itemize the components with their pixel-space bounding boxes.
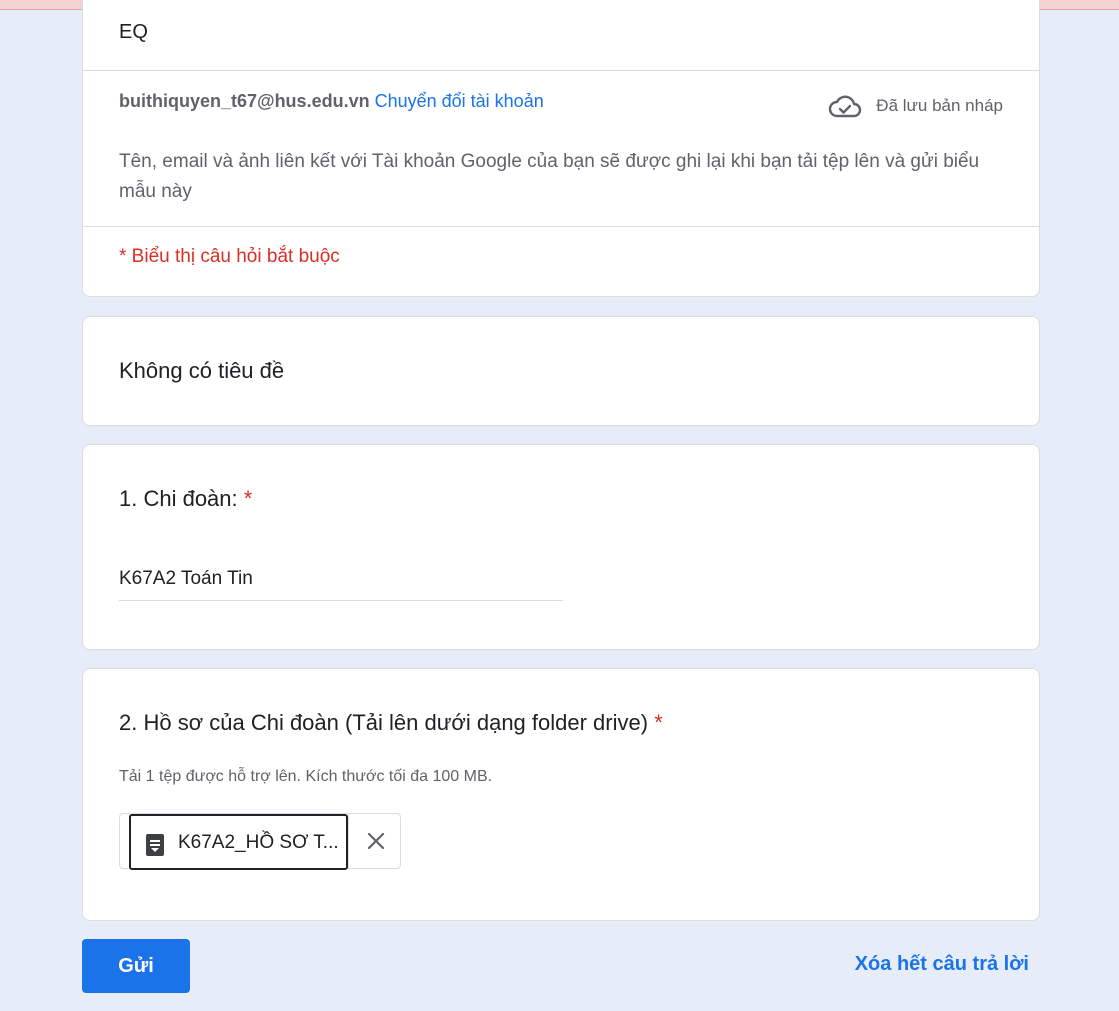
- question-title-text: 1. Chi đoàn:: [119, 486, 238, 511]
- cloud-done-icon: [829, 95, 862, 118]
- document-icon: [146, 834, 164, 856]
- uploaded-file-chip: K67A2_HỒ SƠ T...: [119, 813, 401, 870]
- question-card-1: 1. Chi đoàn: * K67A2 Toán Tin: [82, 444, 1040, 650]
- submit-button[interactable]: Gửi: [82, 939, 190, 993]
- close-icon[interactable]: [364, 829, 388, 853]
- required-star: *: [243, 486, 253, 511]
- required-star: *: [654, 710, 663, 735]
- short-answer-input[interactable]: K67A2 Toán Tin: [119, 568, 253, 590]
- divider: [83, 226, 1039, 227]
- divider: [83, 70, 1039, 71]
- account-row: buithiquyen_t67@hus.edu.vn Chuyển đổi tà…: [119, 91, 544, 112]
- draft-saved-label: Đã lưu bản nháp: [876, 96, 1003, 115]
- account-email: buithiquyen_t67@hus.edu.vn: [119, 91, 370, 111]
- switch-account-link[interactable]: Chuyển đổi tài khoản: [375, 91, 544, 111]
- draft-saved-status: Đã lưu bản nháp: [828, 93, 1003, 119]
- form-title: EQ: [119, 21, 148, 43]
- answer-underline: [119, 600, 563, 601]
- divider: [348, 814, 349, 868]
- question-title: 2. Hồ sơ của Chi đoàn (Tải lên dưới dạng…: [119, 710, 663, 736]
- file-name: K67A2_HỒ SƠ T...: [178, 832, 339, 853]
- privacy-notice: Tên, email và ảnh liên kết với Tài khoản…: [119, 151, 980, 202]
- question-title: 1. Chi đoàn: *: [119, 486, 252, 512]
- uploaded-file-link[interactable]: K67A2_HỒ SƠ T...: [129, 814, 348, 870]
- question-card-2: 2. Hồ sơ của Chi đoàn (Tải lên dưới dạng…: [82, 668, 1040, 921]
- required-note: * Biểu thị câu hỏi bắt buộc: [119, 246, 340, 267]
- section-title: Không có tiêu đề: [119, 358, 285, 383]
- form-header-card: EQ buithiquyen_t67@hus.edu.vn Chuyển đổi…: [82, 0, 1040, 297]
- section-card: Không có tiêu đề: [82, 316, 1040, 426]
- clear-form-button[interactable]: Xóa hết câu trả lời: [855, 953, 1029, 976]
- upload-hint: Tải 1 tệp được hỗ trợ lên. Kích thước tố…: [119, 768, 493, 785]
- question-title-text: 2. Hồ sơ của Chi đoàn (Tải lên dưới dạng…: [119, 710, 649, 735]
